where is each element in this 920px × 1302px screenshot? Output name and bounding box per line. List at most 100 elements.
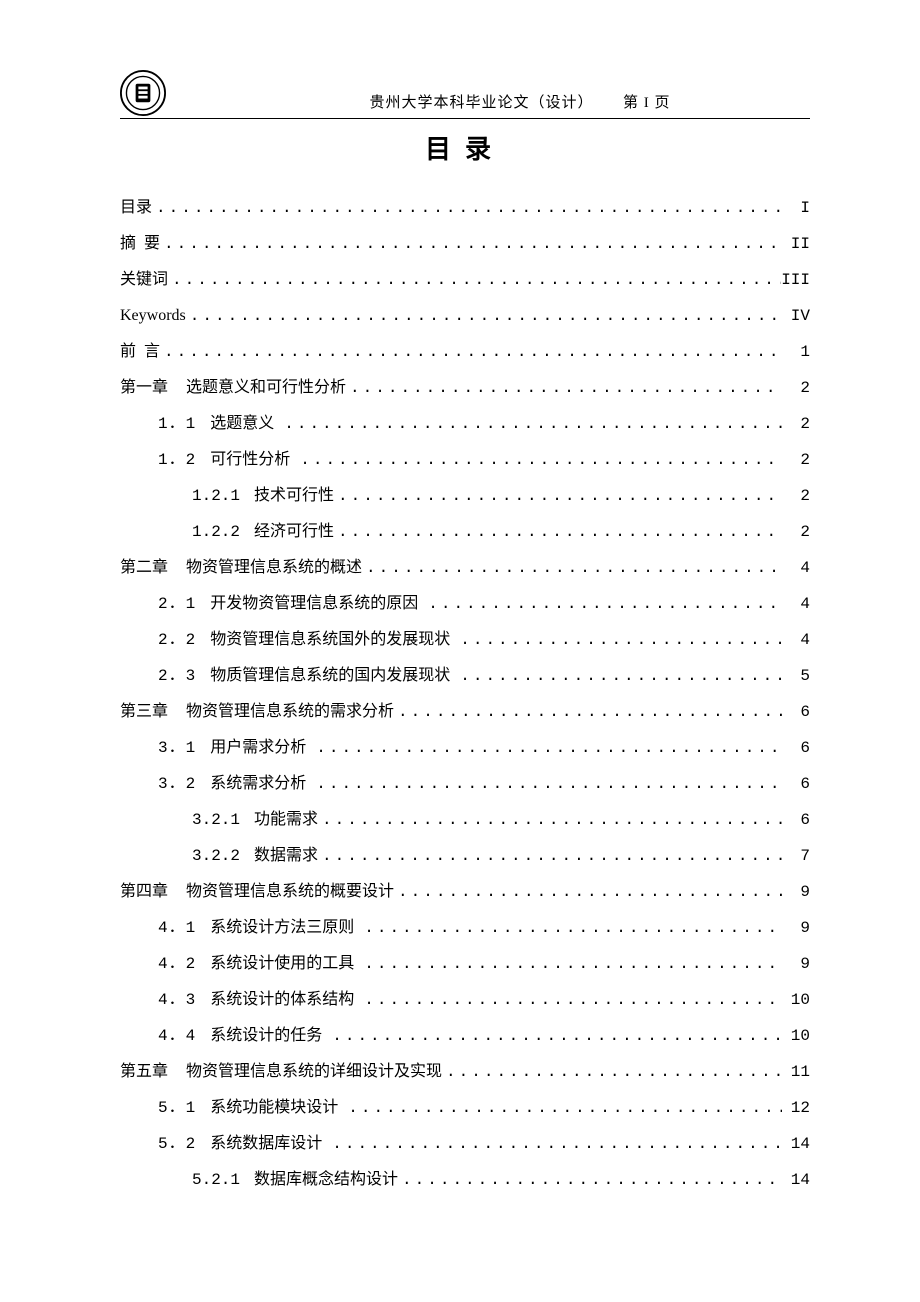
toc-entry: 1.2.1技术可行性2 [120, 478, 810, 514]
toc-entry-label: 数据需求 [254, 838, 318, 874]
toc-entry-label: 系统设计的任务 [210, 1018, 322, 1054]
toc-entry-number: 4．1 [158, 910, 196, 946]
toc-entry-label: 数据库概念结构设计 [254, 1162, 398, 1198]
toc-entry-page: 2 [782, 514, 810, 550]
toc-entry-page: III [781, 262, 810, 298]
toc-entry: Keywords IV [120, 298, 810, 334]
toc-entry-page: 6 [782, 730, 810, 766]
toc-entry-page: 4 [782, 550, 810, 586]
toc-leader-dots [334, 514, 782, 550]
header-divider [120, 118, 810, 119]
toc-leader-dots [318, 802, 782, 838]
toc-leader-dots [456, 658, 782, 694]
toc-entry-page: 6 [782, 802, 810, 838]
toc-entry-label: 物资管理信息系统的需求分析 [186, 694, 394, 730]
toc-entry-label: 用户需求分析 [210, 730, 306, 766]
toc-entry-page: 10 [782, 1018, 810, 1054]
toc-entry: 5．2 系统数据库设计 14 [120, 1126, 810, 1162]
toc-entry-label: 可行性分析 [210, 442, 290, 478]
toc-entry: 1．1 选题意义 2 [120, 406, 810, 442]
toc-entry: 1.2.2经济可行性2 [120, 514, 810, 550]
toc-leader-dots [344, 1090, 782, 1126]
toc-entry-number: 5．1 [158, 1090, 196, 1126]
toc-entry-label: 技术可行性 [254, 478, 334, 514]
toc-entry-label: 物质管理信息系统的国内发展现状 [210, 658, 450, 694]
header-left: 贵州大学本科毕业论文（设计） [369, 95, 593, 111]
toc-leader-dots [360, 946, 782, 982]
toc-leader-dots [160, 226, 782, 262]
toc-leader-dots [160, 334, 782, 370]
toc-entry-page: 9 [782, 910, 810, 946]
toc-leader-dots [186, 298, 782, 334]
toc-entry-label: 系统设计使用的工具 [210, 946, 354, 982]
toc-entry-number: 2．2 [158, 622, 196, 658]
toc-entry: 5．1系统功能模块设计12 [120, 1090, 810, 1126]
toc-entry-label: 关键词 [120, 262, 168, 298]
toc-entry-page: 5 [782, 658, 810, 694]
toc-entry-label: Keywords [120, 298, 186, 334]
toc-entry: 目录 I [120, 190, 810, 226]
toc-leader-dots [456, 622, 782, 658]
toc-entry: 5.2.1 数据库概念结构设计 14 [120, 1162, 810, 1198]
toc-leader-dots [280, 406, 782, 442]
toc-entry: 4．3系统设计的体系结构10 [120, 982, 810, 1018]
toc-entry-number: 4．3 [158, 982, 196, 1018]
toc-entry-number: 3．2 [158, 766, 196, 802]
toc-entry-page: 14 [782, 1126, 810, 1162]
header-text: 贵州大学本科毕业论文（设计） 第 I 页 [200, 91, 840, 116]
toc-entry-number: 5.2.1 [192, 1162, 240, 1198]
toc-entry-label: 物资管理信息系统的详细设计及实现 [186, 1054, 442, 1090]
toc-leader-dots [312, 730, 782, 766]
toc-entry-label: 功能需求 [254, 802, 318, 838]
toc-entry-page: 4 [782, 586, 810, 622]
university-logo-icon [120, 70, 166, 116]
toc-entry-number: 3.2.2 [192, 838, 240, 874]
toc-entry-number: 4．2 [158, 946, 196, 982]
toc-entry: 3．1用户需求分析6 [120, 730, 810, 766]
toc-entry-label: 系统需求分析 [210, 766, 306, 802]
toc-entry: 前 言1 [120, 334, 810, 370]
toc-entry-label: 开发物资管理信息系统的原因 [210, 586, 418, 622]
toc-leader-dots [328, 1126, 782, 1162]
toc-entry-page: 2 [782, 370, 810, 406]
toc-entry: 第四章物资管理信息系统的概要设计9 [120, 874, 810, 910]
toc-entry: 摘 要II [120, 226, 810, 262]
toc-entry-label: 系统设计的体系结构 [210, 982, 354, 1018]
toc-entry-number: 2．1 [158, 586, 196, 622]
toc-entry-number: 第三章 [120, 694, 168, 730]
toc-leader-dots [296, 442, 782, 478]
toc-entry-number: 1．1 [158, 406, 196, 442]
toc-entry: 4．1系统设计方法三原则9 [120, 910, 810, 946]
toc-entry-page: IV [782, 298, 810, 334]
toc-entry-label: 物资管理信息系统国外的发展现状 [210, 622, 450, 658]
toc-entry-page: 2 [782, 406, 810, 442]
toc-entry-label: 系统数据库设计 [210, 1126, 322, 1162]
toc-leader-dots [318, 838, 782, 874]
toc-entry-label: 选题意义 [210, 406, 274, 442]
toc-entry-number: 1．2 [158, 442, 196, 478]
toc-leader-dots [312, 766, 782, 802]
toc-title: 目录 [120, 129, 810, 166]
toc-leader-dots [152, 190, 782, 226]
toc-entry: 2．2物资管理信息系统国外的发展现状4 [120, 622, 810, 658]
toc-entry: 3.2.2 数据需求 7 [120, 838, 810, 874]
toc-entry-page: 9 [782, 946, 810, 982]
toc-entry-page: 7 [782, 838, 810, 874]
toc-entry-label: 系统功能模块设计 [210, 1090, 338, 1126]
toc-leader-dots [334, 478, 782, 514]
toc-entry-page: 14 [782, 1162, 810, 1198]
toc-entry-page: 2 [782, 442, 810, 478]
toc-entry-number: 3.2.1 [192, 802, 240, 838]
toc-entry-label: 摘 要 [120, 226, 160, 262]
toc-entry-number: 5．2 [158, 1126, 196, 1162]
toc-entry: 第一章选题意义和可行性分析2 [120, 370, 810, 406]
toc-entry-number: 第四章 [120, 874, 168, 910]
toc-leader-dots [360, 910, 782, 946]
toc-entry-label: 目录 [120, 190, 152, 226]
toc-entry-page: I [782, 190, 810, 226]
toc-entry-page: 6 [782, 694, 810, 730]
toc-leader-dots [346, 370, 782, 406]
page-header: 贵州大学本科毕业论文（设计） 第 I 页 [120, 70, 810, 116]
toc-entry: 1．2 可行性分析 2 [120, 442, 810, 478]
toc-entry-label: 选题意义和可行性分析 [186, 370, 346, 406]
